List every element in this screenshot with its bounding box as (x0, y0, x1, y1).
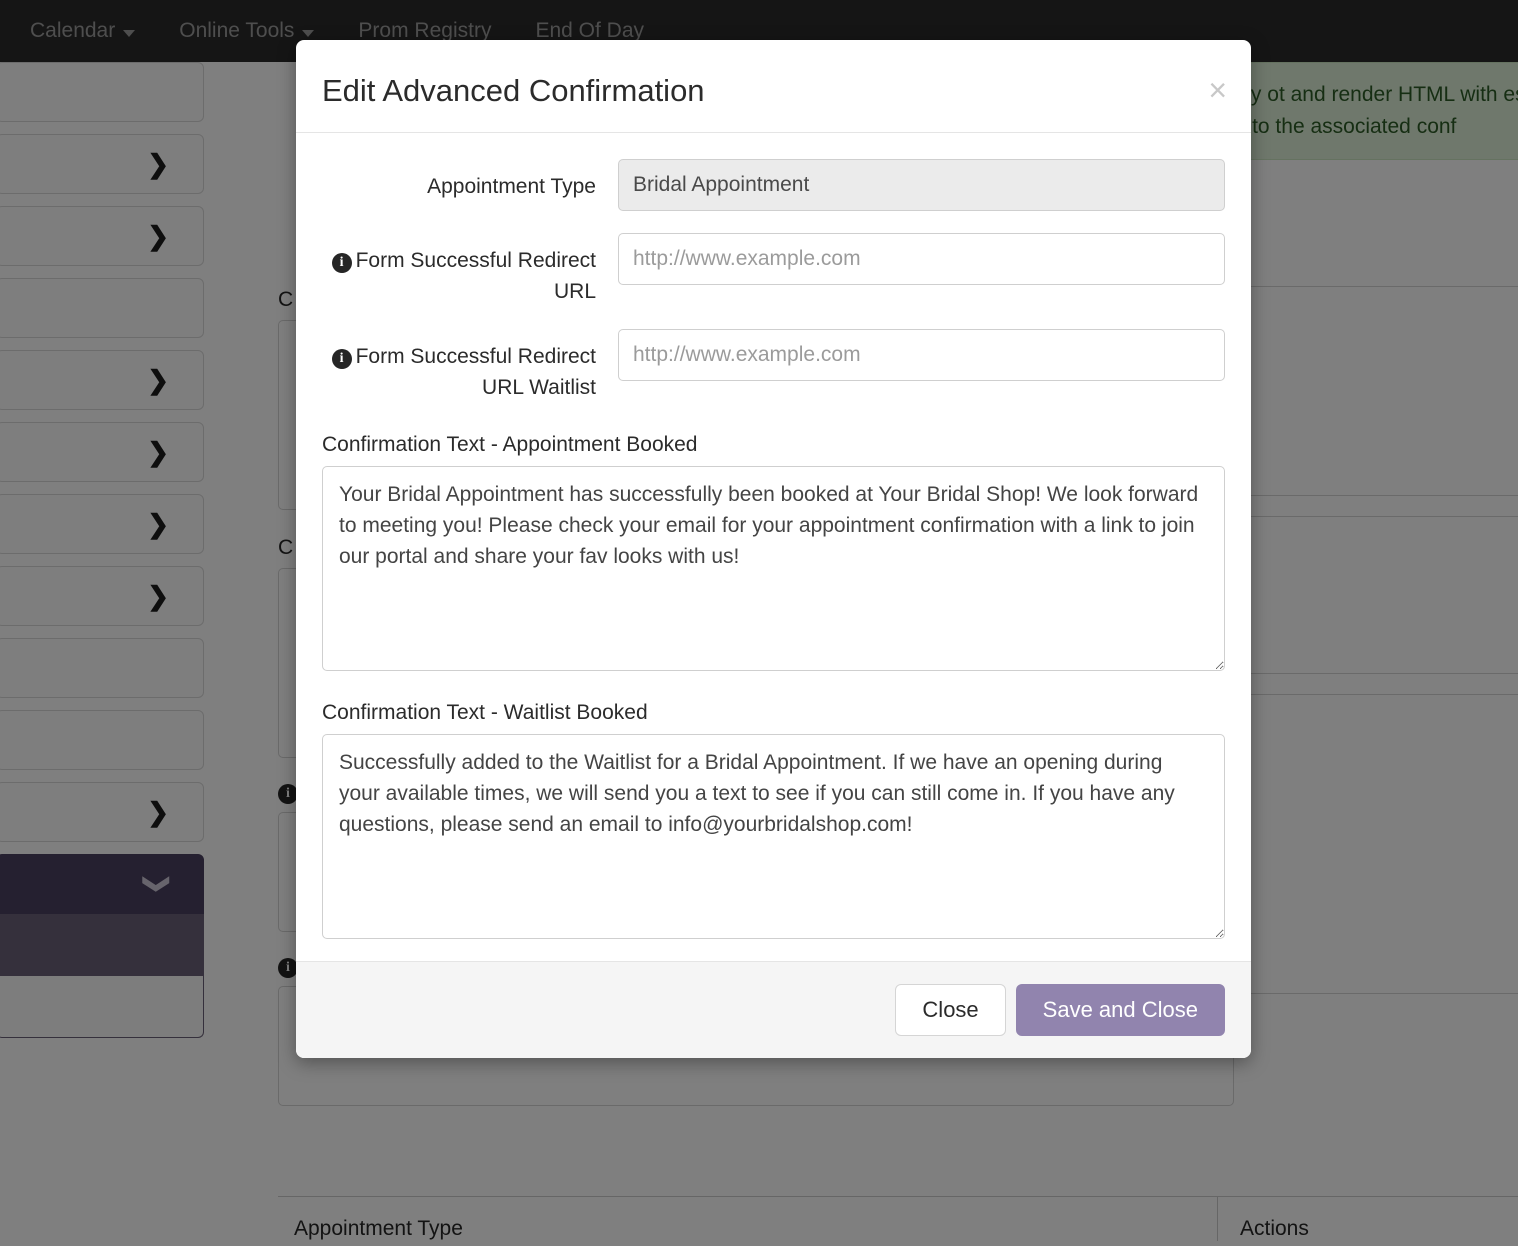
appointment-type-label: Appointment Type (427, 175, 596, 199)
confirmation-appointment-textarea[interactable]: Your Bridal Appointment has successfully… (322, 466, 1225, 672)
close-button[interactable]: Close (895, 984, 1006, 1037)
redirect-url-label: i Form Successful Redirect URL (322, 233, 618, 307)
appointment-type-control (618, 159, 1225, 212)
confirmation-waitlist-textarea[interactable]: Successfully added to the Waitlist for a… (322, 734, 1225, 940)
close-icon[interactable]: × (1208, 74, 1227, 106)
redirect-url-waitlist-label-text: Form Successful Redirect URL Waitlist (355, 345, 596, 400)
field-redirect-url: i Form Successful Redirect URL (322, 233, 1225, 307)
modal-title: Edit Advanced Confirmation (322, 73, 705, 108)
confirmation-waitlist-label: Confirmation Text - Waitlist Booked (322, 701, 648, 725)
modal-header: Edit Advanced Confirmation × (296, 40, 1251, 134)
appointment-type-input[interactable] (618, 159, 1225, 212)
modal-body: Appointment Type iForm Successful Redire… (296, 133, 1251, 961)
confirmation-waitlist-block: Confirmation Text - Waitlist Booked Succ… (322, 701, 1225, 940)
info-icon: i (331, 349, 352, 370)
field-redirect-url-waitlist: i Form Successful Redirect URL Waitlist (322, 329, 1225, 403)
modal-footer: Close Save and Close (296, 961, 1251, 1059)
field-appointment-type: Appointment Type (322, 159, 1225, 212)
confirmation-appointment-label: Confirmation Text - Appointment Booked (322, 433, 698, 457)
redirect-url-waitlist-label: i Form Successful Redirect URL Waitlist (322, 329, 618, 403)
redirect-url-label-text: Form Successful Redirect URL (355, 249, 596, 304)
redirect-url-control (618, 233, 1225, 286)
edit-advanced-confirmation-modal: Edit Advanced Confirmation × Appointment… (296, 40, 1251, 1059)
confirmation-appointment-block: Confirmation Text - Appointment Booked Y… (322, 433, 1225, 672)
save-and-close-button[interactable]: Save and Close (1015, 984, 1225, 1037)
redirect-url-waitlist-control (618, 329, 1225, 382)
redirect-url-input[interactable] (618, 233, 1225, 286)
redirect-url-waitlist-input[interactable] (618, 329, 1225, 382)
info-icon: i (331, 253, 352, 274)
